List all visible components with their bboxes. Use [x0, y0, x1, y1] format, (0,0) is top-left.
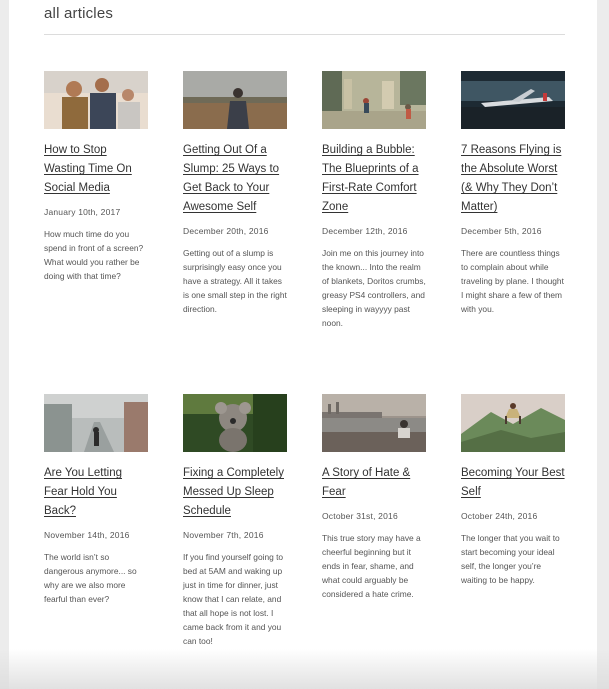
page-content: all articles How to Stop Wasting Time On… — [9, 0, 597, 689]
article-title-link[interactable]: 7 Reasons Flying is the Absolute Worst (… — [461, 141, 565, 217]
article-thumbnail[interactable] — [322, 394, 426, 452]
article-excerpt: How much time do you spend in front of a… — [44, 229, 144, 281]
article-title-link[interactable]: Becoming Your Best Self — [461, 464, 565, 502]
article-date: December 20th, 2016 — [183, 226, 269, 236]
article-card: Fixing a Completely Messed Up Sleep Sche… — [183, 394, 287, 648]
article-excerpt: The longer that you wait to start becomi… — [461, 533, 560, 585]
article-title-link[interactable]: A Story of Hate & Fear — [322, 464, 426, 502]
article-thumbnail[interactable] — [183, 71, 287, 129]
article-thumbnail[interactable] — [322, 71, 426, 129]
divider — [44, 34, 565, 35]
article-card: Becoming Your Best Self October 24th, 20… — [461, 394, 565, 587]
article-thumbnail[interactable] — [44, 71, 148, 129]
section-title: all articles — [44, 5, 114, 22]
article-date: December 12th, 2016 — [322, 226, 408, 236]
article-title-link[interactable]: Getting Out Of a Slump: 25 Ways to Get B… — [183, 141, 287, 217]
article-excerpt: This true story may have a cheerful begi… — [322, 533, 421, 599]
article-title-link[interactable]: Building a Bubble: The Blueprints of a F… — [322, 141, 426, 217]
article-excerpt: Getting out of a slump is surprisingly e… — [183, 248, 287, 314]
article-card: Building a Bubble: The Blueprints of a F… — [322, 71, 426, 330]
article-excerpt: There are countless things to complain a… — [461, 248, 564, 314]
article-card: How to Stop Wasting Time On Social Media… — [44, 71, 148, 283]
article-card: Are You Letting Fear Hold You Back? Nove… — [44, 394, 148, 606]
article-title-link[interactable]: Fixing a Completely Messed Up Sleep Sche… — [183, 464, 287, 521]
article-excerpt: Join me on this journey into the known..… — [322, 248, 426, 328]
article-date: November 7th, 2016 — [183, 530, 264, 540]
article-date: January 10th, 2017 — [44, 207, 121, 217]
article-date: November 14th, 2016 — [44, 530, 130, 540]
article-title-link[interactable]: Are You Letting Fear Hold You Back? — [44, 464, 148, 521]
article-excerpt: The world isn’t so dangerous anymore... … — [44, 552, 137, 604]
article-title-link[interactable]: How to Stop Wasting Time On Social Media — [44, 141, 148, 198]
article-card: A Story of Hate & Fear October 31st, 201… — [322, 394, 426, 601]
article-date: October 31st, 2016 — [322, 511, 398, 521]
article-card: Getting Out Of a Slump: 25 Ways to Get B… — [183, 71, 287, 316]
article-date: October 24th, 2016 — [461, 511, 538, 521]
article-thumbnail[interactable] — [461, 394, 565, 452]
article-thumbnail[interactable] — [44, 394, 148, 452]
article-thumbnail[interactable] — [461, 71, 565, 129]
article-date: December 5th, 2016 — [461, 226, 542, 236]
article-excerpt: If you find yourself going to bed at 5AM… — [183, 552, 284, 646]
article-card: 7 Reasons Flying is the Absolute Worst (… — [461, 71, 565, 316]
article-thumbnail[interactable] — [183, 394, 287, 452]
